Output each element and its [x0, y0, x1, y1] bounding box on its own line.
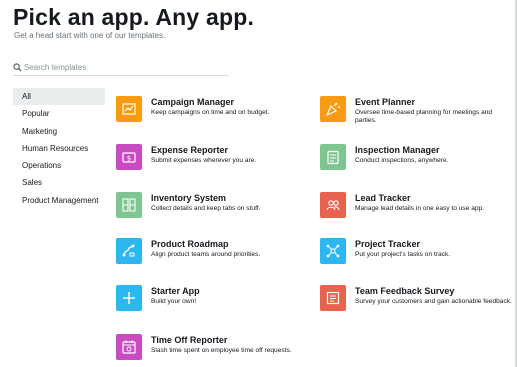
- roadmap-icon: [116, 238, 142, 264]
- party-popper-icon: [320, 96, 346, 122]
- plus-icon: [116, 285, 142, 311]
- template-name: Lead Tracker: [355, 193, 411, 203]
- template-description: Slash time spent on employee time off re…: [151, 347, 292, 354]
- template-inventory-system[interactable]: Inventory System Collect details and kee…: [116, 192, 306, 222]
- template-description: Submit expenses wherever you are.: [151, 157, 257, 164]
- campaign-chart-icon: [116, 96, 142, 122]
- template-name: Time Off Reporter: [151, 335, 228, 345]
- svg-text:$: $: [127, 155, 131, 163]
- page-subtitle: Get a head start with one of our templat…: [14, 31, 166, 40]
- page-title: Pick an app. Any app.: [13, 4, 255, 30]
- search-input[interactable]: [24, 61, 224, 74]
- template-expense-reporter[interactable]: $ Expense Reporter Submit expenses where…: [116, 144, 306, 174]
- template-campaign-manager[interactable]: Campaign Manager Keep campaigns on time …: [116, 96, 306, 126]
- template-description: Oversee time-based planning for meetings…: [355, 109, 493, 124]
- search-bar[interactable]: [13, 61, 229, 76]
- template-name: Team Feedback Survey: [355, 286, 455, 296]
- template-description: Keep campaigns on time and on budget.: [151, 109, 270, 116]
- template-product-roadmap[interactable]: Product Roadmap Align product teams arou…: [116, 238, 306, 268]
- template-event-planner[interactable]: Event Planner Oversee time-based plannin…: [320, 96, 510, 126]
- calendar-icon: [116, 334, 142, 360]
- template-name: Event Planner: [355, 97, 416, 107]
- category-sales[interactable]: Sales: [13, 174, 105, 191]
- template-name: Campaign Manager: [151, 97, 235, 107]
- template-lead-tracker[interactable]: Lead Tracker Manage lead details in one …: [320, 192, 510, 222]
- template-description: Build your own!: [151, 298, 197, 305]
- template-description: Collect details and keep tabs on stuff.: [151, 205, 261, 212]
- template-time-off-reporter[interactable]: Time Off Reporter Slash time spent on em…: [116, 334, 306, 364]
- category-list: All Popular Marketing Human Resources Op…: [13, 88, 105, 209]
- template-starter-app[interactable]: Starter App Build your own!: [116, 285, 306, 315]
- category-human-resources[interactable]: Human Resources: [13, 140, 105, 157]
- template-description: Put your project's tasks on track.: [355, 251, 451, 258]
- template-name: Inventory System: [151, 193, 227, 203]
- template-name: Starter App: [151, 286, 200, 296]
- shelves-icon: [116, 192, 142, 218]
- template-name: Product Roadmap: [151, 239, 229, 249]
- template-team-feedback-survey[interactable]: Team Feedback Survey Survey your custome…: [320, 285, 512, 315]
- survey-icon: [320, 285, 346, 311]
- money-icon: $: [116, 144, 142, 170]
- template-description: Align product teams around priorities.: [151, 251, 261, 258]
- clipboard-icon: [320, 144, 346, 170]
- template-name: Expense Reporter: [151, 145, 229, 155]
- network-icon: [320, 238, 346, 264]
- category-popular[interactable]: Popular: [13, 105, 105, 122]
- template-description: Survey your customers and gain actionabl…: [355, 298, 512, 305]
- template-inspection-manager[interactable]: Inspection Manager Conduct inspections, …: [320, 144, 510, 174]
- template-name: Inspection Manager: [355, 145, 440, 155]
- people-icon: [320, 192, 346, 218]
- category-operations[interactable]: Operations: [13, 157, 105, 174]
- template-description: Manage lead details in one easy to use a…: [355, 205, 485, 212]
- template-project-tracker[interactable]: Project Tracker Put your project's tasks…: [320, 238, 510, 268]
- template-description: Conduct inspections, anywhere.: [355, 157, 449, 164]
- category-marketing[interactable]: Marketing: [13, 123, 105, 140]
- template-name: Project Tracker: [355, 239, 421, 249]
- category-all[interactable]: All: [13, 88, 105, 106]
- search-icon: [13, 63, 22, 72]
- category-product-management[interactable]: Product Management: [13, 192, 105, 209]
